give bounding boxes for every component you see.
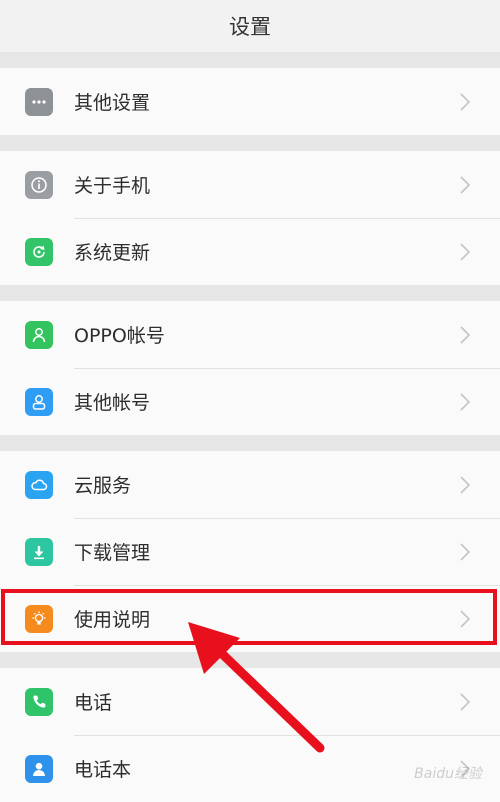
settings-item-about-phone[interactable]: 关于手机 bbox=[0, 151, 500, 218]
settings-item-other-accounts[interactable]: 其他帐号 bbox=[0, 368, 500, 435]
settings-item-label: OPPO帐号 bbox=[74, 325, 165, 347]
chevron-right-icon bbox=[454, 324, 476, 346]
settings-item-label: 系统更新 bbox=[74, 242, 151, 264]
chevron-right-icon bbox=[454, 174, 476, 196]
settings-group: 云服务 下载管理 使用说明 bbox=[0, 451, 500, 652]
chevron-right-icon bbox=[454, 91, 476, 113]
phone-icon bbox=[25, 687, 53, 716]
group-divider bbox=[0, 135, 500, 151]
watermark: Baidu经验 bbox=[414, 766, 482, 782]
settings-item-oppo-account[interactable]: OPPO帐号 bbox=[0, 301, 500, 368]
user-outline-icon bbox=[25, 387, 53, 416]
contacts-icon bbox=[25, 754, 53, 783]
settings-group: OPPO帐号 其他帐号 bbox=[0, 301, 500, 435]
settings-item-system-update[interactable]: 系统更新 bbox=[0, 218, 500, 285]
download-icon bbox=[25, 537, 53, 566]
more-icon bbox=[25, 87, 53, 116]
settings-item-user-guide[interactable]: 使用说明 bbox=[0, 585, 500, 652]
cloud-icon bbox=[25, 470, 53, 499]
settings-item-label: 其他帐号 bbox=[74, 392, 151, 414]
lightbulb-icon bbox=[25, 604, 53, 633]
group-divider bbox=[0, 435, 500, 451]
chevron-right-icon bbox=[454, 541, 476, 563]
group-divider bbox=[0, 652, 500, 668]
settings-item-label: 其他设置 bbox=[74, 92, 151, 114]
settings-item-phone[interactable]: 电话 bbox=[0, 668, 500, 735]
title-bar: 设置 bbox=[0, 0, 500, 52]
chevron-right-icon bbox=[454, 691, 476, 713]
settings-item-label: 下载管理 bbox=[74, 542, 151, 564]
group-divider bbox=[0, 52, 500, 68]
info-icon bbox=[25, 170, 53, 199]
user-icon bbox=[25, 320, 53, 349]
chevron-right-icon bbox=[454, 391, 476, 413]
chevron-right-icon bbox=[454, 474, 476, 496]
settings-item-other-settings[interactable]: 其他设置 bbox=[0, 68, 500, 135]
update-icon bbox=[25, 237, 53, 266]
chevron-right-icon bbox=[454, 608, 476, 630]
chevron-right-icon bbox=[454, 241, 476, 263]
settings-item-label: 使用说明 bbox=[74, 609, 151, 631]
settings-group: 其他设置 bbox=[0, 68, 500, 135]
settings-item-label: 电话本 bbox=[74, 759, 132, 781]
settings-item-label: 云服务 bbox=[74, 475, 132, 497]
settings-item-label: 电话 bbox=[74, 692, 113, 714]
page-title: 设置 bbox=[229, 15, 271, 39]
group-divider bbox=[0, 285, 500, 301]
settings-item-cloud-service[interactable]: 云服务 bbox=[0, 451, 500, 518]
settings-item-download-manager[interactable]: 下载管理 bbox=[0, 518, 500, 585]
settings-item-label: 关于手机 bbox=[74, 175, 151, 197]
settings-group: 关于手机 系统更新 bbox=[0, 151, 500, 285]
